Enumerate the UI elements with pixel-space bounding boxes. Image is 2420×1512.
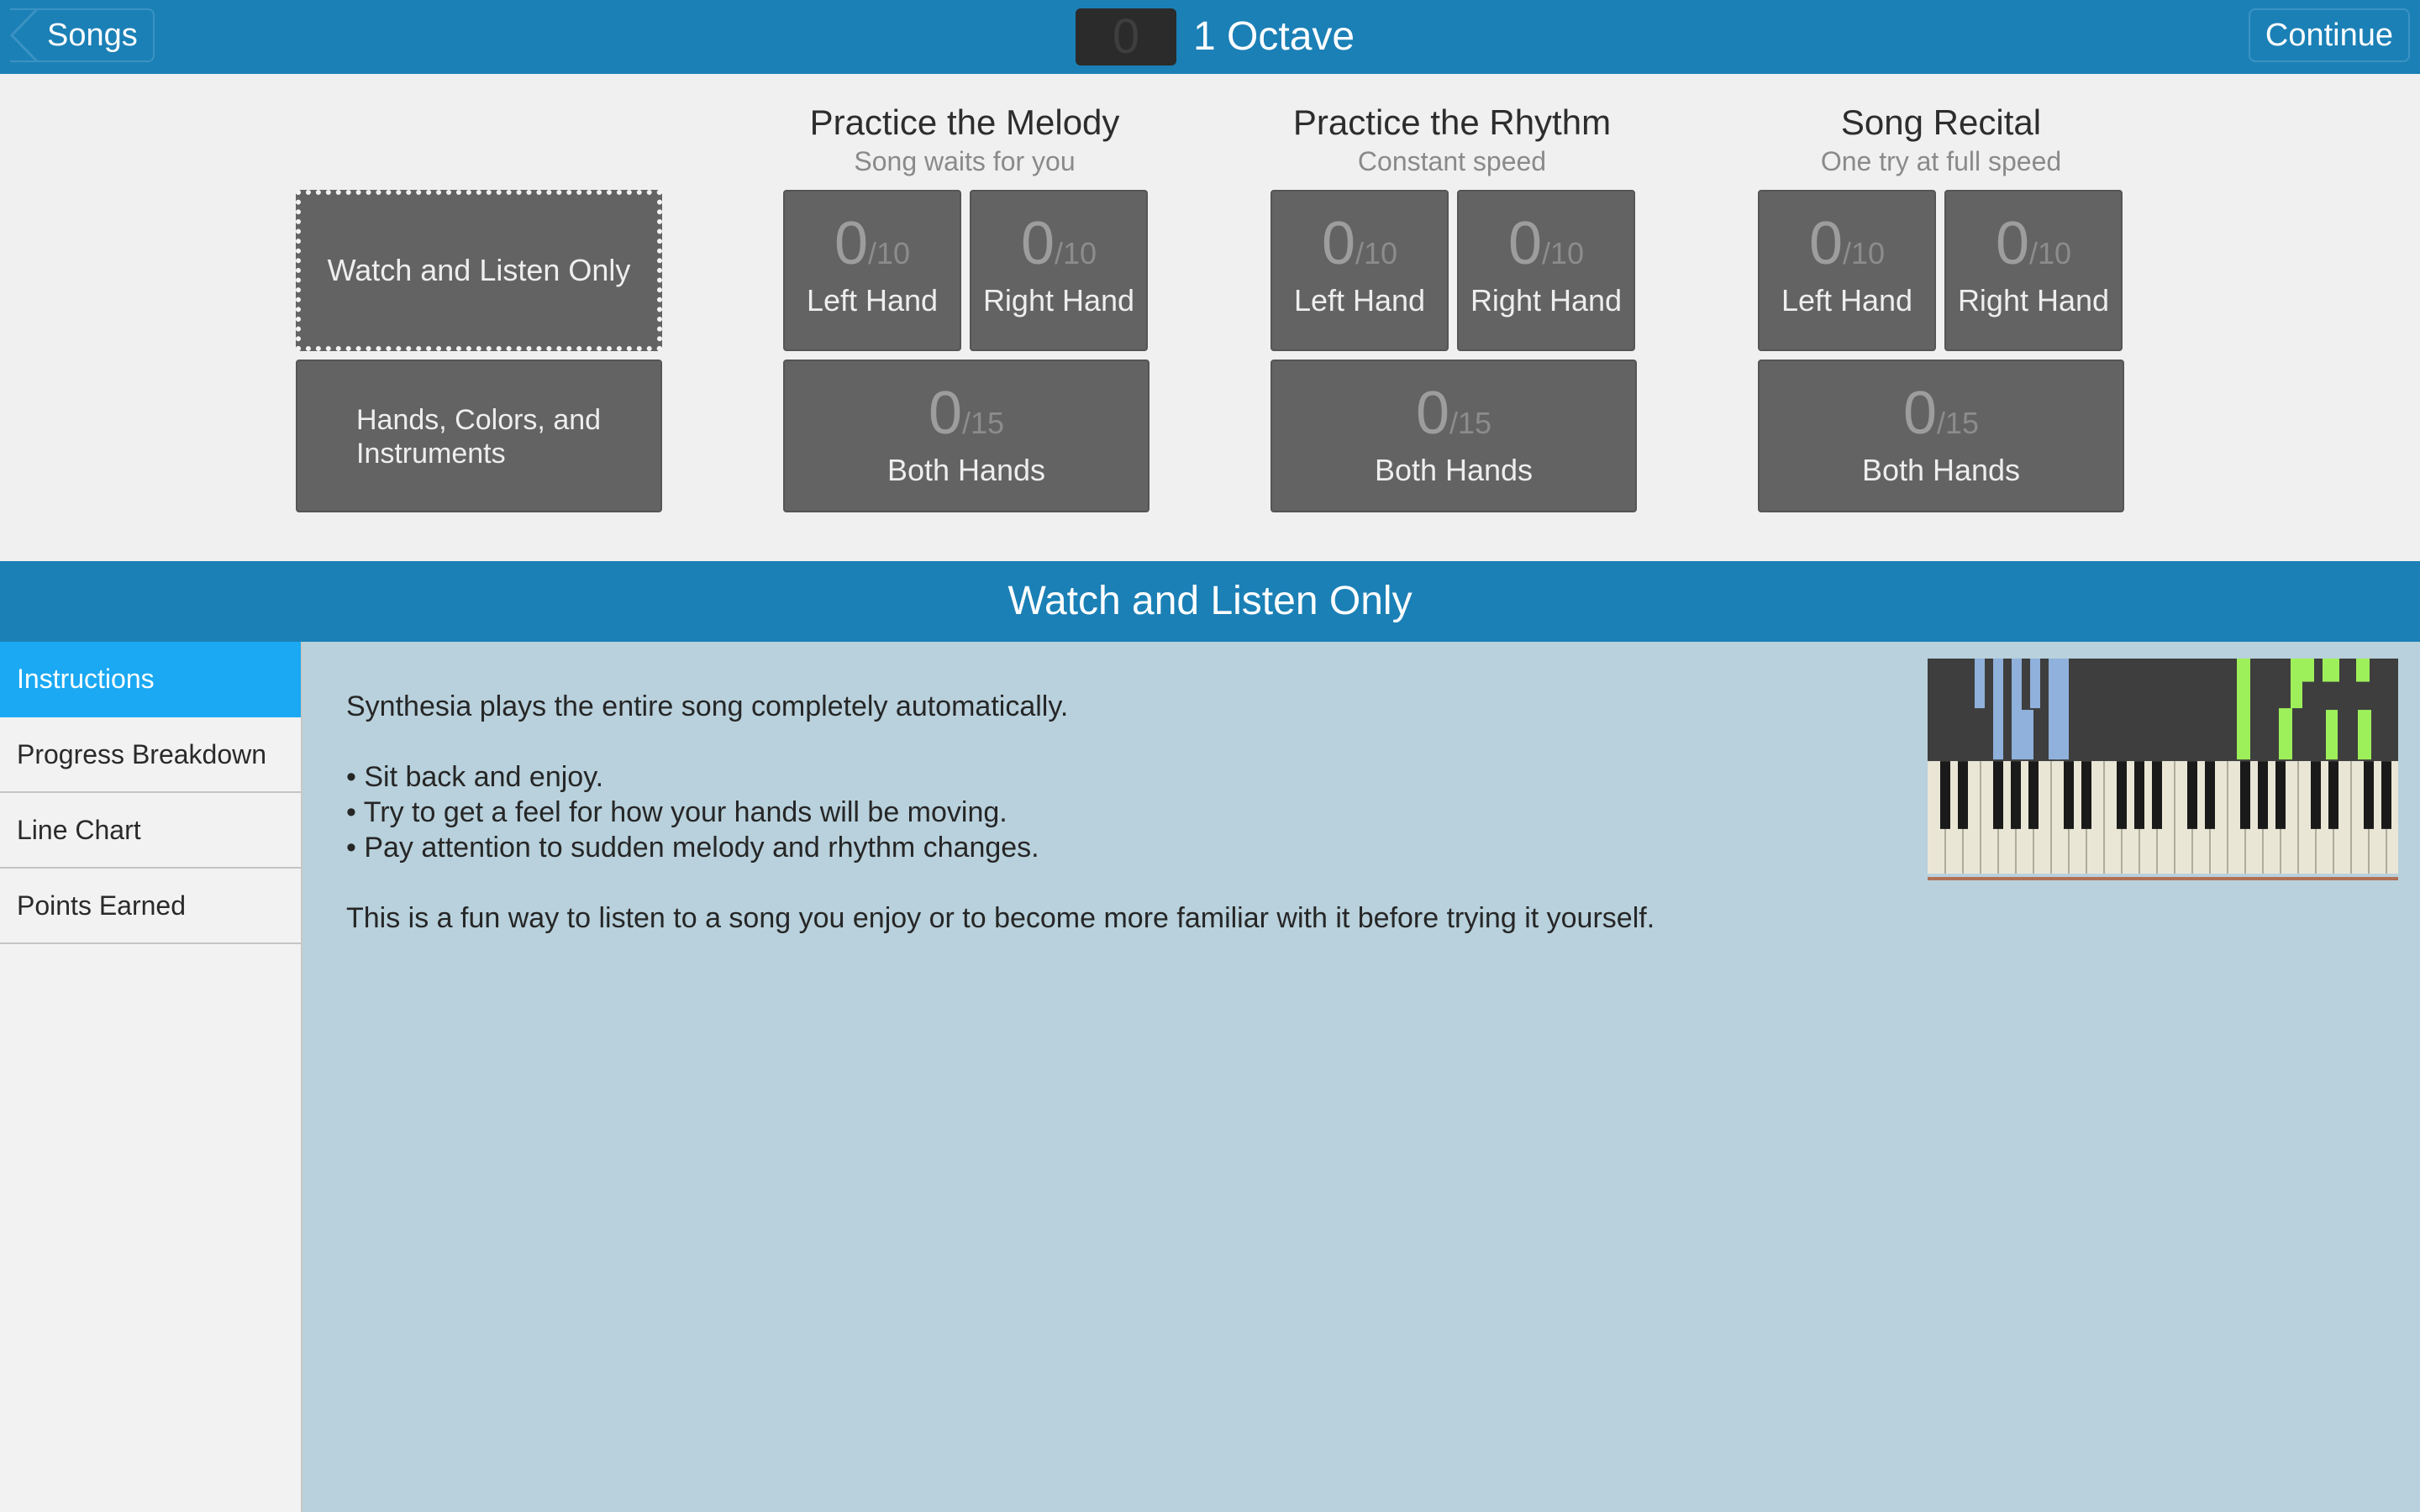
score-denominator: /10	[868, 236, 911, 270]
rhythm-left-hand-tile[interactable]: 0/10 Left Hand	[1270, 190, 1449, 351]
options-tile-label-line1: Hands, Colors, and	[356, 404, 602, 436]
hand-label: Left Hand	[1293, 283, 1426, 318]
instructions-outro: This is a fun way to listen to a song yo…	[346, 902, 1655, 934]
hand-label: Both Hands	[1374, 453, 1534, 487]
top-bar: Songs 0 1 Octave Continue	[0, 0, 2420, 74]
recital-both-hands-tile[interactable]: 0/15 Both Hands	[1758, 360, 2124, 512]
score-value: 0	[1020, 210, 1055, 277]
instructions-bullet: • Try to get a feel for how your hands w…	[346, 796, 1007, 828]
hand-label: Right Hand	[982, 283, 1135, 318]
melody-left-hand-tile[interactable]: 0/10 Left Hand	[783, 190, 961, 351]
score-denominator: /10	[1843, 236, 1886, 270]
rhythm-title: Practice the Rhythm	[1292, 102, 1612, 142]
score-denominator: /15	[1449, 406, 1492, 440]
sidebar-item-line-chart[interactable]: Line Chart	[0, 793, 301, 869]
recital-right-hand-tile[interactable]: 0/10 Right Hand	[1944, 190, 2123, 351]
hand-label: Left Hand	[806, 283, 939, 318]
rhythm-both-hands-tile[interactable]: 0/15 Both Hands	[1270, 360, 1637, 512]
sidebar-item-points-earned[interactable]: Points Earned	[0, 869, 301, 944]
section-title-bar: Watch and Listen Only	[0, 561, 2420, 642]
score-value: 0	[1808, 210, 1843, 277]
detail-sidebar: Instructions Progress Breakdown Line Cha…	[0, 642, 302, 1512]
melody-both-hands-tile[interactable]: 0/15 Both Hands	[783, 360, 1150, 512]
continue-button[interactable]: Continue	[2248, 8, 2410, 62]
hand-label: Right Hand	[1470, 283, 1623, 318]
score-value: 0	[1995, 210, 2029, 277]
sidebar-item-progress-breakdown[interactable]: Progress Breakdown	[0, 717, 301, 793]
back-arrow-icon	[9, 8, 39, 62]
song-title: 1 Octave	[1193, 14, 1355, 59]
melody-title: Practice the Melody	[809, 102, 1120, 142]
watch-tile-label: Watch and Listen Only	[327, 253, 631, 287]
recital-title: Song Recital	[1840, 102, 2042, 142]
instructions-text: Synthesia plays the entire song complete…	[346, 689, 2111, 936]
options-tile-label-line2: Instruments	[356, 438, 506, 470]
hand-label: Both Hands	[1861, 453, 2021, 487]
score-denominator: /15	[1937, 406, 1980, 440]
sidebar-item-instructions[interactable]: Instructions	[0, 642, 301, 717]
watch-and-listen-tile[interactable]: Watch and Listen Only	[296, 190, 662, 351]
instructions-intro: Synthesia plays the entire song complete…	[346, 690, 1069, 722]
score-denominator: /10	[1355, 236, 1398, 270]
recital-header: Song Recital One try at full speed	[1723, 99, 2160, 176]
score-value: 0	[928, 380, 962, 447]
hand-label: Both Hands	[886, 453, 1046, 487]
instructions-panel: Synthesia plays the entire song complete…	[302, 642, 2420, 1512]
melody-subtitle: Song waits for you	[854, 146, 1076, 176]
melody-header: Practice the Melody Song waits for you	[746, 99, 1183, 176]
rhythm-header: Practice the Rhythm Constant speed	[1234, 99, 1670, 176]
rhythm-subtitle: Constant speed	[1357, 146, 1547, 176]
hand-label: Left Hand	[1781, 283, 1913, 318]
recital-subtitle: One try at full speed	[1820, 146, 2062, 176]
score-value: 0	[1415, 380, 1449, 447]
recital-left-hand-tile[interactable]: 0/10 Left Hand	[1758, 190, 1936, 351]
instructions-bullet: • Pay attention to sudden melody and rhy…	[346, 832, 1039, 864]
hands-colors-instruments-tile[interactable]: Hands, Colors, and Instruments	[296, 360, 662, 512]
rhythm-right-hand-tile[interactable]: 0/10 Right Hand	[1457, 190, 1635, 351]
score-denominator: /10	[1055, 236, 1097, 270]
score-value: 0	[834, 210, 868, 277]
score-value: 0	[1902, 380, 1937, 447]
score-value: 0	[1507, 210, 1542, 277]
octave-counter: 0	[1076, 8, 1176, 66]
keyboard-preview-image	[1928, 659, 2398, 880]
score-value: 0	[1321, 210, 1355, 277]
score-denominator: /15	[962, 406, 1005, 440]
back-to-songs-button[interactable]: Songs	[9, 8, 155, 62]
back-button-label: Songs	[47, 18, 138, 53]
hand-label: Right Hand	[1957, 283, 2110, 318]
melody-right-hand-tile[interactable]: 0/10 Right Hand	[970, 190, 1148, 351]
instructions-bullet: • Sit back and enjoy.	[346, 761, 604, 793]
score-denominator: /10	[2029, 236, 2072, 270]
score-denominator: /10	[1542, 236, 1585, 270]
